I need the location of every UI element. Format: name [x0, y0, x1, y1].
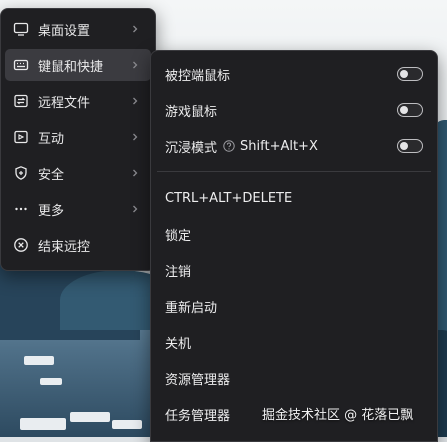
menu-item-label: 安全	[38, 167, 65, 183]
submenu-item-remote-mouse[interactable]: 被控端鼠标	[151, 57, 437, 91]
remote-mouse-toggle[interactable]	[397, 67, 423, 81]
chevron-right-icon	[133, 97, 138, 105]
submenu-item-label: 资源管理器	[165, 372, 231, 388]
wallpaper-boat	[24, 356, 54, 365]
keyboard-icon	[13, 57, 29, 73]
menu-item-end-remote-control[interactable]: 结束远控	[5, 229, 151, 261]
remote-control-menu: 桌面设置 键鼠和快捷 远程文件 互动 安全 更多 结束远控	[0, 8, 156, 271]
submenu-item-label: 沉浸模式	[165, 140, 218, 156]
more-icon	[13, 201, 29, 217]
immersive-mode-toggle[interactable]	[397, 139, 423, 153]
file-transfer-icon	[13, 93, 29, 109]
menu-item-label: 更多	[38, 203, 65, 219]
submenu-item-label: 被控端鼠标	[165, 68, 231, 84]
menu-item-interaction[interactable]: 互动	[5, 121, 151, 153]
menu-item-security[interactable]: 安全	[5, 157, 151, 189]
chevron-right-icon	[133, 61, 138, 69]
submenu-item-game-mouse[interactable]: 游戏鼠标	[151, 93, 437, 127]
wallpaper-boat	[70, 412, 110, 422]
shield-icon	[13, 165, 29, 181]
submenu-item-logout[interactable]: 注销	[151, 253, 437, 287]
submenu-item-label: CTRL+ALT+DELETE	[165, 190, 293, 206]
wallpaper-boat	[40, 378, 62, 385]
submenu-item-label: 重新启动	[165, 300, 218, 316]
help-icon[interactable]	[223, 140, 235, 152]
interaction-icon	[13, 129, 29, 145]
wallpaper-boat	[112, 420, 142, 429]
menu-item-label: 结束远控	[38, 239, 91, 255]
chevron-right-icon	[133, 133, 138, 141]
menu-item-label: 远程文件	[38, 95, 91, 111]
submenu-item-explorer[interactable]: 资源管理器	[151, 361, 437, 395]
chevron-right-icon	[133, 25, 138, 33]
menu-item-label: 互动	[38, 131, 65, 147]
keyboard-mouse-submenu: 被控端鼠标 游戏鼠标 沉浸模式 Shift+Alt+X CTRL+ALT+DEL…	[150, 50, 438, 442]
game-mouse-toggle[interactable]	[397, 103, 423, 117]
watermark-text: 掘金技术社区 @ 花落已飘	[262, 408, 414, 423]
submenu-item-label: 任务管理器	[165, 408, 231, 424]
wallpaper-boat	[20, 418, 66, 430]
menu-item-label: 键鼠和快捷	[38, 59, 104, 75]
menu-item-desktop-settings[interactable]: 桌面设置	[5, 13, 151, 45]
chevron-right-icon	[133, 169, 138, 177]
submenu-item-immersive-mode[interactable]: 沉浸模式 Shift+Alt+X	[151, 129, 437, 163]
submenu-item-label: 关机	[165, 336, 192, 352]
menu-item-more[interactable]: 更多	[5, 193, 151, 225]
submenu-item-lock[interactable]: 锁定	[151, 217, 437, 251]
menu-item-label: 桌面设置	[38, 23, 91, 39]
close-circle-icon	[13, 237, 29, 253]
submenu-item-label: 锁定	[165, 228, 192, 244]
submenu-item-shutdown[interactable]: 关机	[151, 325, 437, 359]
submenu-item-restart[interactable]: 重新启动	[151, 289, 437, 323]
menu-item-remote-files[interactable]: 远程文件	[5, 85, 151, 117]
menu-item-keyboard-mouse-shortcuts[interactable]: 键鼠和快捷	[5, 49, 151, 81]
submenu-item-ctrl-alt-delete[interactable]: CTRL+ALT+DELETE	[151, 181, 437, 215]
immersive-mode-shortcut: Shift+Alt+X	[240, 138, 318, 154]
submenu-divider	[157, 171, 431, 172]
submenu-item-label: 注销	[165, 264, 192, 280]
monitor-icon	[13, 21, 29, 37]
chevron-right-icon	[133, 205, 138, 213]
submenu-item-label: 游戏鼠标	[165, 104, 218, 120]
